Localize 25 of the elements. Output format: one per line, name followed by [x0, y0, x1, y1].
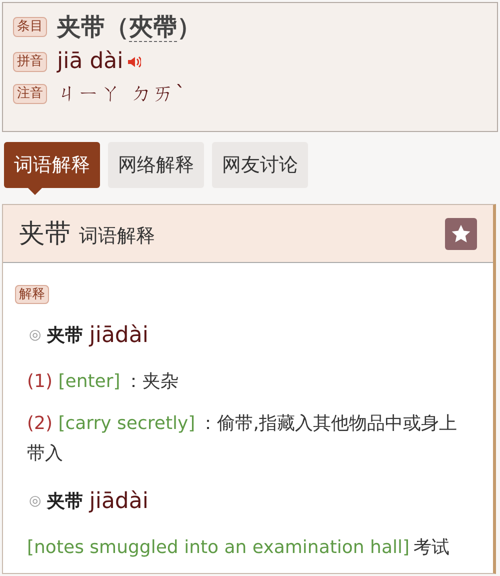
pinyin-text: jiādài — [89, 488, 148, 514]
tab[interactable]: 词语解释 — [4, 142, 100, 188]
definition-text: [notes smuggled into an examination hall] 考试 — [27, 536, 451, 560]
entry-title: 夹带（夾帶） — [57, 12, 201, 43]
card-subtitle: 词语解释 — [79, 225, 155, 247]
tab[interactable]: 网友讨论 — [212, 142, 308, 188]
label-tag: 条目 — [13, 17, 47, 37]
speaker-icon[interactable] — [127, 54, 142, 68]
headword: 夹带 — [47, 490, 84, 513]
definition-text: (1) [enter] ：夹杂 — [27, 370, 180, 394]
label-tag: 拼音 — [13, 52, 47, 72]
zhuyin-text: ㄐㄧㄚ ㄉㄞˋ — [57, 80, 188, 107]
pinyin-text: jiā dài — [57, 49, 124, 74]
pinyin-text: jiādài — [89, 322, 148, 348]
tab[interactable]: 网络解释 — [108, 142, 204, 188]
definition-text: (2) [carry secretly] ：偷带,指藏入其他物品中或身上带入 — [27, 412, 458, 466]
pointer-icon — [28, 188, 42, 195]
bullet-icon: ◎ — [29, 493, 42, 509]
label-tag: 解释 — [15, 285, 49, 304]
star-icon — [450, 222, 472, 244]
bullet-icon: ◎ — [29, 327, 42, 343]
card-title: 夹带 — [19, 219, 71, 249]
headword: 夹带 — [47, 324, 84, 347]
favorite-button[interactable] — [445, 218, 477, 250]
label-tag: 注音 — [13, 84, 47, 104]
